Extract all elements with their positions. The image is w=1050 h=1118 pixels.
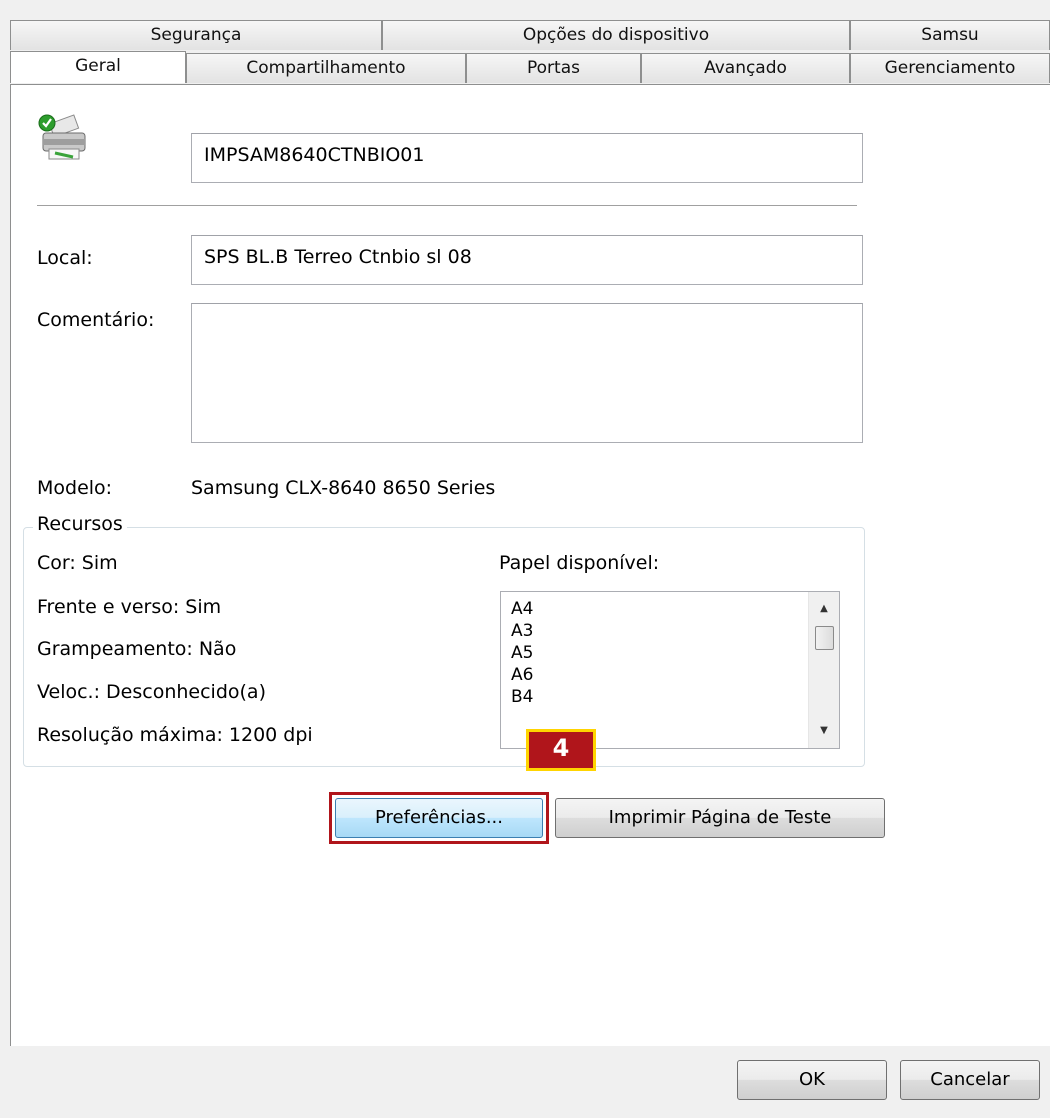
comment-label: Comentário: <box>37 309 155 331</box>
paper-scrollbar[interactable]: ▲ ▼ <box>808 592 839 748</box>
tab-sharing[interactable]: Compartilhamento <box>186 53 466 83</box>
separator <box>37 205 857 206</box>
step-callout-badge: 4 <box>526 729 596 771</box>
scroll-thumb[interactable] <box>815 626 834 650</box>
speed-info: Veloc.: Desconhecido(a) <box>37 681 266 703</box>
dialog-footer: OK Cancelar <box>0 1046 1050 1118</box>
tab-samsung[interactable]: Samsu <box>850 20 1050 50</box>
color-info: Cor: Sim <box>37 552 118 574</box>
tab-management[interactable]: Gerenciamento <box>850 53 1050 83</box>
paper-option[interactable]: A3 <box>511 620 533 642</box>
paper-option[interactable]: B4 <box>511 686 533 708</box>
location-label: Local: <box>37 247 93 269</box>
paper-option[interactable]: A4 <box>511 598 533 620</box>
paper-option[interactable]: A6 <box>511 664 533 686</box>
paper-option[interactable]: A5 <box>511 642 533 664</box>
duplex-info: Frente e verso: Sim <box>37 596 222 618</box>
model-value: Samsung CLX-8640 8650 Series <box>191 477 496 499</box>
cancel-button[interactable]: Cancelar <box>900 1060 1040 1100</box>
tab-advanced[interactable]: Avançado <box>641 53 850 83</box>
location-field[interactable]: SPS BL.B Terreo Ctnbio sl 08 <box>191 235 863 285</box>
printer-icon <box>37 113 93 165</box>
scroll-up-icon[interactable]: ▲ <box>809 598 839 620</box>
tab-ports[interactable]: Portas <box>466 53 641 83</box>
comment-field[interactable] <box>191 303 863 443</box>
preferences-button[interactable]: Preferências... <box>335 798 543 838</box>
resolution-info: Resolução máxima: 1200 dpi <box>37 724 313 746</box>
paper-listbox[interactable]: A4 A3 A5 A6 B4 ▲ ▼ <box>500 591 840 749</box>
printer-name-field[interactable]: IMPSAM8640CTNBIO01 <box>191 133 863 183</box>
stapling-info: Grampeamento: Não <box>37 638 237 660</box>
tab-content-general: IMPSAM8640CTNBIO01 Local: SPS BL.B Terre… <box>10 84 1050 1046</box>
tab-device-options[interactable]: Opções do dispositivo <box>382 20 850 50</box>
tab-security[interactable]: Segurança <box>10 20 382 50</box>
paper-label: Papel disponível: <box>499 552 660 574</box>
features-title: Recursos <box>33 513 127 535</box>
print-test-page-button[interactable]: Imprimir Página de Teste <box>555 798 885 838</box>
paper-list: A4 A3 A5 A6 B4 <box>511 598 533 708</box>
tab-row-back: Segurança Opções do dispositivo Samsu <box>10 20 1050 50</box>
tab-general[interactable]: Geral <box>10 51 186 83</box>
model-label: Modelo: <box>37 477 113 499</box>
scroll-down-icon[interactable]: ▼ <box>809 720 839 742</box>
ok-button[interactable]: OK <box>737 1060 887 1100</box>
tab-row-front: Geral Compartilhamento Portas Avançado G… <box>10 51 1050 83</box>
